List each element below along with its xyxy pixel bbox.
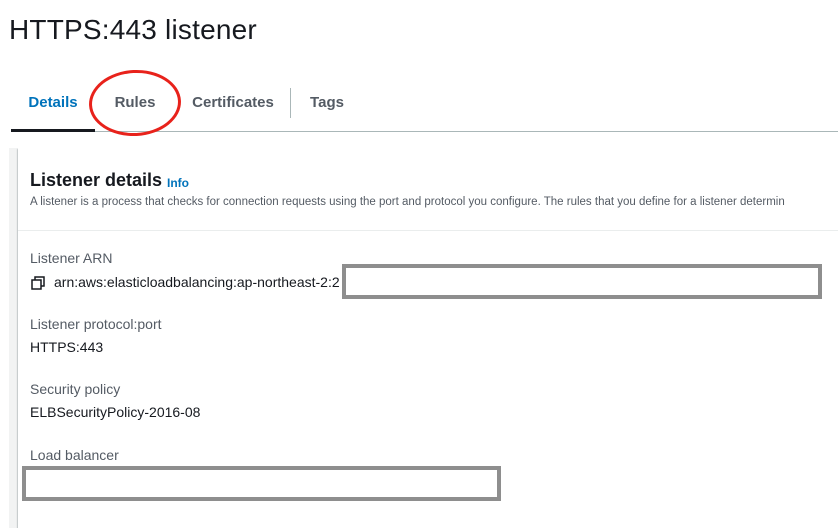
load-balancer-label: Load balancer <box>30 447 119 463</box>
tab-details[interactable]: Details <box>11 82 95 132</box>
listener-arn-value: arn:aws:elasticloadbalancing:ap-northeas… <box>54 274 340 290</box>
card-title: Listener details <box>30 170 163 190</box>
redacted-arn-box <box>342 264 822 299</box>
security-policy-value: ELBSecurityPolicy-2016-08 <box>30 404 201 420</box>
security-policy-label: Security policy <box>30 381 121 397</box>
redacted-load-balancer-box <box>22 466 501 501</box>
listener-arn-label: Listener ARN <box>30 250 113 266</box>
copy-icon[interactable] <box>31 276 45 290</box>
page-title: HTTPS:443 listener <box>9 14 257 45</box>
tab-rules[interactable]: Rules <box>109 82 161 130</box>
tab-tags[interactable]: Tags <box>307 82 347 130</box>
protocol-port-value: HTTPS:443 <box>30 339 104 355</box>
info-link[interactable]: Info <box>167 176 189 190</box>
tab-certificates[interactable]: Certificates <box>187 82 279 130</box>
tab-divider <box>290 88 291 118</box>
tab-bar: Details Rules Certificates Tags <box>11 82 838 132</box>
protocol-port-label: Listener protocol:port <box>30 316 162 332</box>
card-description: A listener is a process that checks for … <box>30 196 785 208</box>
card-header: Listener details Info A listener is a pr… <box>18 148 838 231</box>
